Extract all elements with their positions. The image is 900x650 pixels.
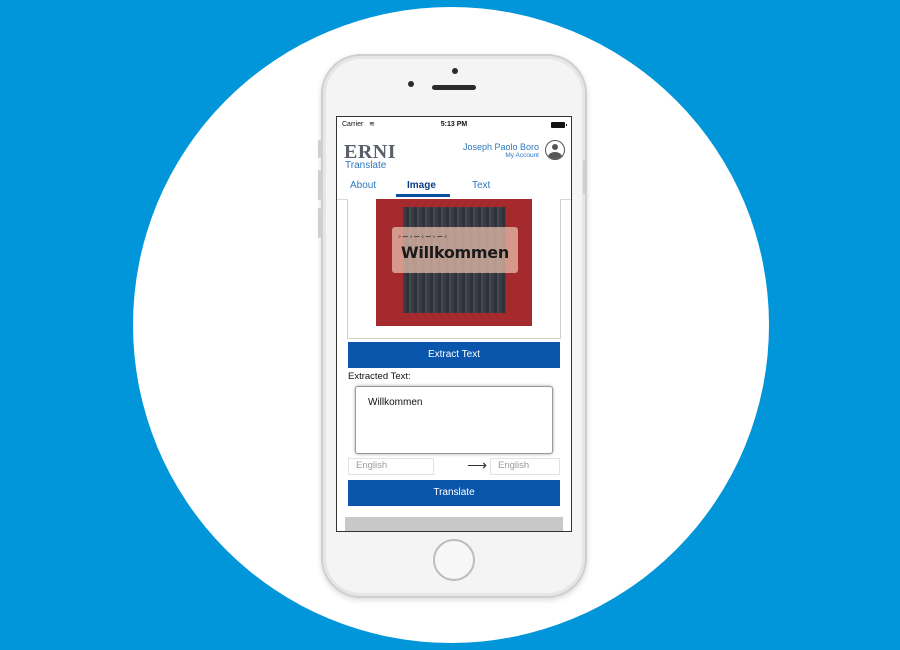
status-bar: Carrier ≋ 5:13 PM xyxy=(337,117,571,133)
my-account-link[interactable]: My Account xyxy=(505,152,539,159)
tab-image[interactable]: Image xyxy=(407,180,436,191)
active-tab-indicator xyxy=(396,194,450,197)
mute-switch xyxy=(318,140,321,158)
target-language-select[interactable]: English xyxy=(490,458,560,475)
earpiece-speaker xyxy=(432,85,476,90)
home-button[interactable] xyxy=(433,539,475,581)
vine-ornament: ◦∽◦∽◦∽◦∽◦ xyxy=(398,232,448,241)
image-preview[interactable]: ◦∽◦∽◦∽◦∽◦ Willkommen xyxy=(376,199,532,326)
extracted-text-label: Extracted Text: xyxy=(348,371,411,382)
app-screen: Carrier ≋ 5:13 PM ERNI Translate Joseph … xyxy=(336,116,572,532)
extract-text-button[interactable]: Extract Text xyxy=(348,342,560,368)
brand-subtitle: Translate xyxy=(345,160,387,171)
volume-up-button xyxy=(318,170,321,200)
tab-text[interactable]: Text xyxy=(472,180,490,191)
tab-bar: About Image Text xyxy=(337,177,571,200)
user-name[interactable]: Joseph Paolo Boro xyxy=(463,142,539,152)
sign-text: Willkommen xyxy=(401,243,509,262)
translate-button[interactable]: Translate xyxy=(348,480,560,506)
front-camera xyxy=(452,68,458,74)
bottom-panel xyxy=(345,517,563,531)
arrow-right-icon: ⟶ xyxy=(467,457,488,473)
extracted-text-field[interactable]: Willkommen xyxy=(355,386,553,454)
volume-down-button xyxy=(318,208,321,238)
battery-icon xyxy=(551,122,567,128)
camera-lens xyxy=(408,81,414,87)
tab-about[interactable]: About xyxy=(350,180,376,191)
power-button xyxy=(583,160,586,194)
source-language-select[interactable]: English xyxy=(348,458,434,475)
status-time: 5:13 PM xyxy=(440,121,468,128)
avatar-icon[interactable] xyxy=(545,140,565,160)
